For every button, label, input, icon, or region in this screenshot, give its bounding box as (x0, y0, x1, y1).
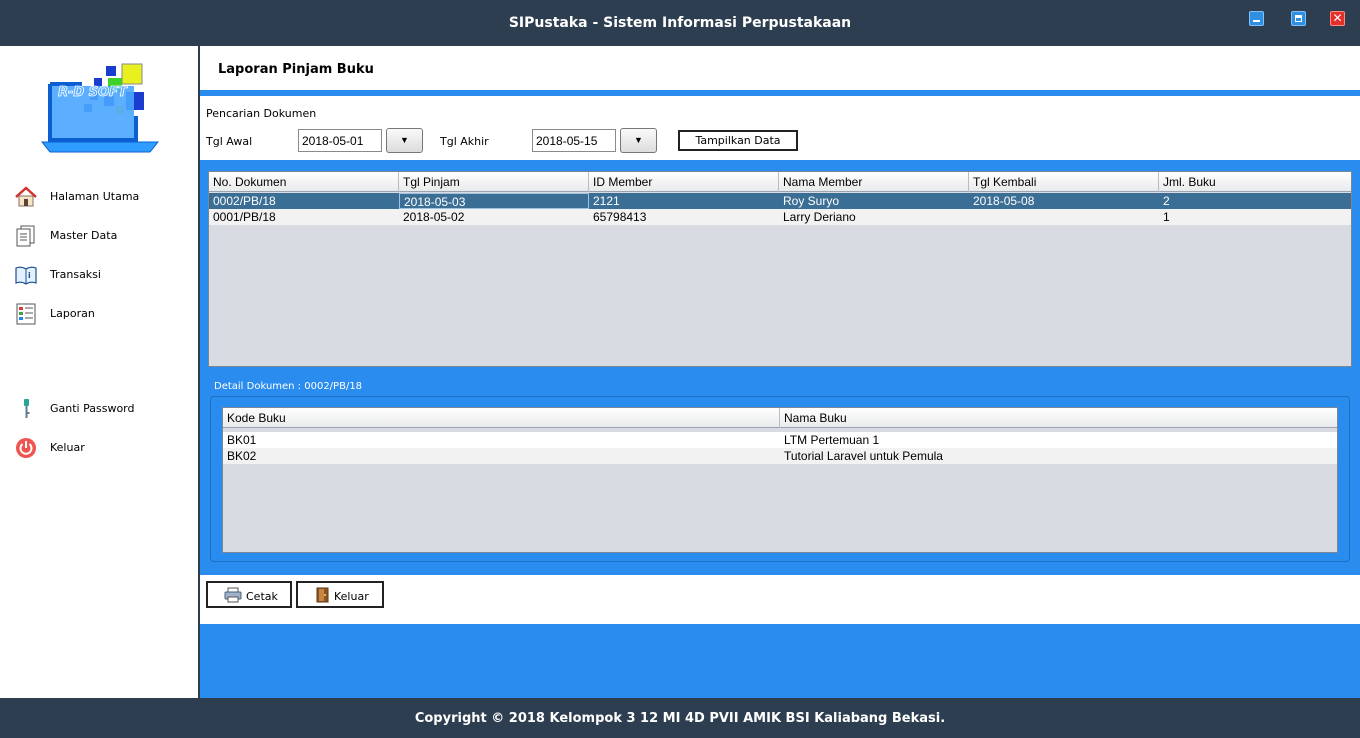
table-cell: 0002/PB/18 (213, 194, 276, 208)
table-cell: 2121 (593, 194, 620, 208)
sidebar-item-label: Master Data (50, 229, 118, 242)
start-date-dropdown-button[interactable]: ▼ (386, 128, 423, 153)
svg-text:i: i (28, 271, 31, 280)
column-header[interactable]: Jml. Buku (1159, 172, 1351, 192)
column-header[interactable]: Nama Member (779, 172, 969, 192)
table-cell: Roy Suryo (783, 194, 840, 208)
logo-text: R-D SOFT (58, 85, 128, 100)
end-date-label: Tgl Akhir (440, 135, 489, 148)
maximize-button[interactable] (1291, 11, 1306, 26)
window-title: SIPustaka - Sistem Informasi Perpustakaa… (508, 15, 852, 31)
table-row[interactable]: 0001/PB/18 2018-05-02 65798413 Larry Der… (209, 209, 1351, 225)
table-cell: 65798413 (593, 210, 647, 224)
footer-copyright: Copyright © 2018 Kelompok 3 12 MI 4D PVI… (414, 711, 946, 726)
power-icon (16, 438, 36, 458)
sidebar-item-label: Halaman Utama (50, 190, 140, 203)
start-date-label: Tgl Awal (206, 135, 253, 148)
search-caption: Pencarian Dokumen (206, 107, 317, 120)
detail-caption: Detail Dokumen : 0002/PB/18 (214, 381, 363, 392)
column-header[interactable]: No. Dokumen (209, 172, 399, 192)
minimize-button[interactable] (1249, 11, 1264, 26)
main-content: Laporan Pinjam Buku Pencarian Dokumen Tg… (198, 46, 1360, 698)
table-cell: 2 (1163, 194, 1170, 208)
sidebar-item-label: Laporan (50, 307, 95, 320)
table-cell: BK01 (227, 433, 257, 447)
show-data-button[interactable]: Tampilkan Data (678, 130, 798, 151)
table-cell: Tutorial Laravel untuk Pemula (784, 449, 943, 463)
title-bar: SIPustaka - Sistem Informasi Perpustakaa… (0, 0, 1360, 46)
print-button-label: Cetak (246, 590, 278, 603)
table-cell: 2018-05-03 (399, 193, 589, 209)
table-cell: 2018-05-08 (973, 194, 1035, 208)
table-row[interactable]: 0002/PB/18 2018-05-03 2121 Roy Suryo 201… (209, 193, 1351, 209)
table-header: Kode Buku Nama Buku (223, 408, 1337, 428)
table-cell: Larry Deriano (783, 210, 856, 224)
door-exit-icon (316, 587, 329, 603)
page-title: Laporan Pinjam Buku (218, 62, 374, 77)
sidebar-item-keluar[interactable]: Keluar (14, 436, 194, 460)
sidebar: R-D SOFT Halaman Utama Master Data i Tra… (0, 46, 198, 698)
app-logo: R-D SOFT (40, 63, 160, 153)
book-icon: i (15, 266, 37, 285)
printer-icon (224, 587, 242, 603)
column-header[interactable]: Tgl Pinjam (399, 172, 589, 192)
documents-table[interactable]: No. Dokumen Tgl Pinjam ID Member Nama Me… (208, 171, 1352, 367)
home-icon (15, 186, 37, 207)
table-cell (969, 209, 1159, 225)
detail-table[interactable]: Kode Buku Nama Buku BK01 LTM Pertemuan 1… (222, 407, 1338, 553)
sidebar-item-label: Transaksi (50, 268, 101, 281)
close-button[interactable]: ✕ (1330, 11, 1345, 26)
sidebar-item-transaksi[interactable]: i Transaksi (14, 263, 194, 287)
sidebar-item-laporan[interactable]: Laporan (14, 302, 194, 326)
column-header[interactable]: Tgl Kembali (969, 172, 1159, 192)
table-cell: 0001/PB/18 (213, 210, 276, 224)
print-button[interactable]: Cetak (206, 581, 292, 608)
chevron-down-icon: ▼ (634, 135, 643, 145)
table-row[interactable]: BK02 Tutorial Laravel untuk Pemula (223, 448, 1337, 464)
sidebar-item-halaman-utama[interactable]: Halaman Utama (14, 185, 194, 209)
end-date-input[interactable]: 2018-05-15 (532, 129, 616, 152)
search-panel: Pencarian Dokumen Tgl Awal 2018-05-01 ▼ … (200, 96, 1360, 160)
sidebar-item-label: Ganti Password (50, 402, 135, 415)
start-date-input[interactable]: 2018-05-01 (298, 129, 382, 152)
table-cell: BK02 (227, 449, 257, 463)
table-row[interactable]: BK01 LTM Pertemuan 1 (223, 432, 1337, 448)
report-icon (16, 303, 36, 325)
page-header: Laporan Pinjam Buku (200, 46, 1360, 90)
end-date-dropdown-button[interactable]: ▼ (620, 128, 657, 153)
action-bar: Cetak Keluar (200, 575, 1360, 624)
column-header[interactable]: Nama Buku (780, 408, 1337, 428)
table-cell: LTM Pertemuan 1 (784, 433, 880, 447)
sidebar-item-label: Keluar (50, 441, 85, 454)
column-header[interactable]: ID Member (589, 172, 779, 192)
table-cell: 2018-05-02 (403, 210, 465, 224)
key-icon (24, 399, 30, 418)
sidebar-item-master-data[interactable]: Master Data (14, 224, 194, 248)
footer-bar: Copyright © 2018 Kelompok 3 12 MI 4D PVI… (0, 698, 1360, 738)
exit-button[interactable]: Keluar (296, 581, 384, 608)
sidebar-item-ganti-password[interactable]: Ganti Password (14, 397, 194, 421)
document-icon (16, 225, 35, 247)
exit-button-label: Keluar (334, 590, 369, 603)
chevron-down-icon: ▼ (400, 135, 409, 145)
table-header: No. Dokumen Tgl Pinjam ID Member Nama Me… (209, 172, 1351, 192)
table-cell: 1 (1163, 210, 1170, 224)
column-header[interactable]: Kode Buku (223, 408, 780, 428)
